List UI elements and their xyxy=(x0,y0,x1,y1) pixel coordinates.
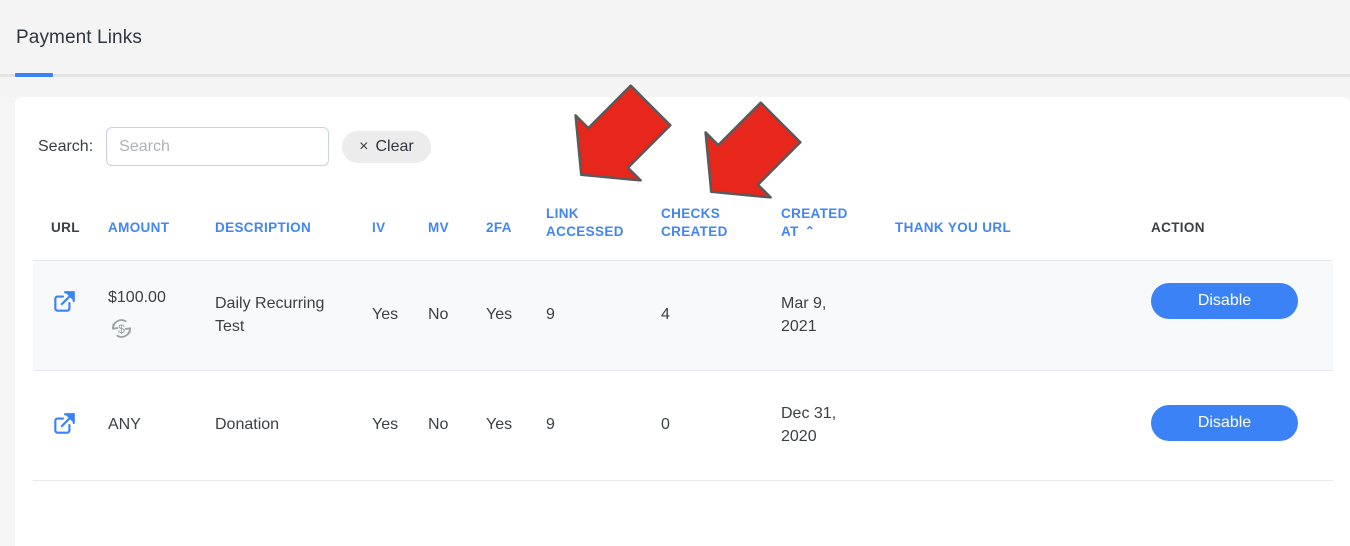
row-link-accessed: 9 xyxy=(546,306,555,323)
page-header: Payment Links xyxy=(0,0,1350,75)
column-header-amount[interactable]: AMOUNT xyxy=(108,219,169,237)
sort-ascending-icon[interactable]: ⌃ xyxy=(805,224,815,240)
table-row: ANY Donation Yes No Yes 9 0 Dec 31, 2020… xyxy=(33,371,1333,481)
row-created-at: Mar 9, 2021 xyxy=(781,293,881,338)
search-row: Search: × Clear xyxy=(38,127,431,166)
row-created-at: Dec 31, 2020 xyxy=(781,403,881,448)
row-amount-value: ANY xyxy=(108,416,141,433)
row-url-link[interactable] xyxy=(51,289,77,315)
row-amount: $100.00 $ xyxy=(108,287,166,342)
column-header-created-at[interactable]: CREATED AT ⌃ xyxy=(781,205,881,241)
recurring-payment-icon: $ xyxy=(112,318,131,338)
disable-button[interactable]: Disable xyxy=(1151,405,1298,441)
row-amount-value: $100.00 xyxy=(108,289,166,306)
payment-links-table: URL AMOUNT DESCRIPTION IV MV 2FA LINK AC… xyxy=(33,189,1333,481)
column-header-link-accessed-line2: ACCESSED xyxy=(546,223,624,239)
table-header-row: URL AMOUNT DESCRIPTION IV MV 2FA LINK AC… xyxy=(33,189,1333,261)
row-checks-created: 4 xyxy=(661,306,670,323)
column-header-2fa[interactable]: 2FA xyxy=(486,219,512,237)
row-created-at-line1: Dec 31, xyxy=(781,405,837,422)
column-header-checks-created[interactable]: CHECKS CREATED xyxy=(661,205,753,241)
column-header-checks-created-line1: CHECKS xyxy=(661,206,721,221)
page-root: Payment Links Search: × Clear URL AMOUNT… xyxy=(0,0,1350,546)
external-link-icon xyxy=(54,413,75,434)
search-input[interactable] xyxy=(106,127,330,166)
column-header-thank-you-url[interactable]: THANK YOU URL xyxy=(895,219,1011,237)
column-header-link-accessed[interactable]: LINK ACCESSED xyxy=(546,205,638,241)
row-url-link[interactable] xyxy=(51,411,77,437)
column-header-iv[interactable]: IV xyxy=(372,219,385,237)
row-mv: No xyxy=(428,416,449,433)
disable-button[interactable]: Disable xyxy=(1151,283,1298,319)
page-title: Payment Links xyxy=(16,27,142,48)
column-header-created-at-line1: CREATED xyxy=(781,206,848,221)
column-header-mv[interactable]: MV xyxy=(428,219,449,237)
row-mv: No xyxy=(428,306,449,323)
column-header-description[interactable]: DESCRIPTION xyxy=(215,219,325,237)
column-header-checks-created-line2: CREATED xyxy=(661,223,728,239)
table-row: $100.00 $ Daily Recurring Test Yes No Ye… xyxy=(33,261,1333,371)
row-iv: Yes xyxy=(372,416,399,433)
row-2fa: Yes xyxy=(486,416,513,433)
svg-text:$: $ xyxy=(118,322,125,336)
column-header-url: URL xyxy=(51,220,80,235)
column-header-action: ACTION xyxy=(1151,220,1205,235)
external-link-icon xyxy=(54,291,75,312)
row-2fa: Yes xyxy=(486,306,513,323)
search-label: Search: xyxy=(38,137,94,155)
column-header-link-accessed-line1: LINK xyxy=(546,206,579,221)
row-link-accessed: 9 xyxy=(546,416,555,433)
row-divider xyxy=(33,480,1333,481)
row-description: Daily Recurring Test xyxy=(215,295,325,335)
clear-button-label: Clear xyxy=(375,137,414,155)
close-icon: × xyxy=(359,137,369,155)
header-spacer xyxy=(0,77,1350,97)
column-header-created-at-line2: AT xyxy=(781,223,799,239)
row-checks-created: 0 xyxy=(661,416,670,433)
row-created-at-line2: 2020 xyxy=(781,427,817,445)
row-created-at-line1: Mar 9, xyxy=(781,295,827,312)
payment-links-card: Search: × Clear URL AMOUNT DESCRIPTION I… xyxy=(15,97,1350,546)
row-iv: Yes xyxy=(372,306,399,323)
clear-button[interactable]: × Clear xyxy=(342,130,431,163)
row-description: Donation xyxy=(215,416,280,433)
row-created-at-line2: 2021 xyxy=(781,317,817,335)
